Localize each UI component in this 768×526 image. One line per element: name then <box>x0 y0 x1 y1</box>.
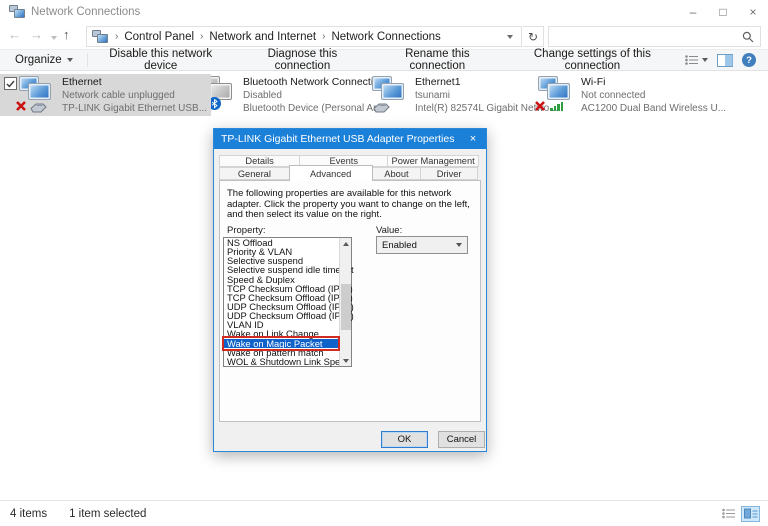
ethernet-connector-icon <box>30 102 47 113</box>
minimize-button[interactable]: – <box>678 1 708 23</box>
maximize-button[interactable]: □ <box>708 1 738 23</box>
dialog-title: TP-LINK Gigabit Ethernet USB Adapter Pro… <box>221 133 454 145</box>
dialog-tab[interactable]: Driver <box>420 167 478 180</box>
status-bar: 4 items 1 item selected <box>0 500 768 526</box>
organize-label: Organize <box>15 54 62 66</box>
connection-tile[interactable]: Ethernet Network cable unplugged TP-LINK… <box>0 74 211 116</box>
connection-device: TP-LINK Gigabit Ethernet USB... <box>62 102 207 115</box>
selected-count: 1 item selected <box>69 508 146 520</box>
window-titlebar: Network Connections – □ × <box>0 0 768 23</box>
error-x-icon <box>15 100 27 112</box>
recent-pages-chevron-icon[interactable] <box>51 36 57 40</box>
dialog-tab[interactable]: Advanced <box>289 165 373 181</box>
breadcrumb-item[interactable]: Control Panel <box>124 31 194 43</box>
adapter-properties-dialog: TP-LINK Gigabit Ethernet USB Adapter Pro… <box>213 128 487 452</box>
property-listbox: NS Offload Priority & VLAN Selective sus… <box>223 237 352 367</box>
ethernet-connector-icon <box>373 102 390 113</box>
organize-caret-icon <box>67 58 73 62</box>
error-x-icon <box>534 100 546 112</box>
network-adapter-icon <box>537 76 573 112</box>
search-input[interactable] <box>549 31 742 43</box>
value-dropdown[interactable]: Enabled <box>376 236 468 254</box>
dialog-titlebar[interactable]: TP-LINK Gigabit Ethernet USB Adapter Pro… <box>214 129 486 149</box>
scroll-down-button[interactable] <box>340 355 351 366</box>
command-toolbar: Organize Disable this network device Dia… <box>0 50 768 71</box>
close-button[interactable]: × <box>738 1 768 23</box>
selection-checkbox[interactable] <box>4 77 17 90</box>
help-icon[interactable]: ? <box>742 53 756 67</box>
address-bar[interactable]: › Control Panel › Network and Internet ›… <box>86 26 522 47</box>
breadcrumb-chevron-icon[interactable]: › <box>194 31 209 42</box>
toolbar-button[interactable]: Change settings of this connection <box>508 48 677 72</box>
view-options-caret-icon <box>702 58 708 62</box>
dialog-close-button[interactable]: × <box>460 129 486 149</box>
property-item[interactable]: WOL & Shutdown Link Speed <box>224 357 339 366</box>
connection-tile[interactable]: Wi-Fi Not connected AC1200 Dual Band Wir… <box>533 74 713 116</box>
cancel-button[interactable]: Cancel <box>438 431 485 448</box>
dialog-tab[interactable]: Power Management <box>387 155 479 167</box>
connection-status: Disabled <box>243 89 385 102</box>
breadcrumb: › Control Panel › Network and Internet ›… <box>109 31 503 43</box>
up-arrow-icon[interactable]: ↑ <box>63 27 70 42</box>
preview-pane-icon[interactable] <box>717 54 733 67</box>
items-count: 4 items <box>10 508 47 520</box>
navigation-bar: ← → ↑ › Control Panel › Network and Inte… <box>0 23 768 50</box>
dialog-tabs-front-row: General Advanced About Driver <box>219 167 481 180</box>
connection-name: Wi-Fi <box>581 76 726 89</box>
tiles-view-toggle[interactable] <box>741 506 760 522</box>
toolbar-button[interactable]: Disable this network device <box>92 48 230 72</box>
dialog-tab[interactable]: About <box>372 167 422 180</box>
connection-name: Ethernet <box>62 76 207 89</box>
listbox-scrollbar[interactable] <box>339 238 351 366</box>
window-title: Network Connections <box>31 6 140 18</box>
search-box[interactable] <box>548 26 761 47</box>
address-dropdown-chevron-icon[interactable] <box>507 35 513 39</box>
property-label: Property: <box>227 225 266 236</box>
details-view-icon <box>685 54 699 66</box>
network-adapter-icon <box>18 76 54 112</box>
connection-device: Bluetooth Device (Personal Ar... <box>243 102 385 115</box>
dropdown-chevron-icon <box>456 243 462 247</box>
scroll-down-arrow-icon <box>343 359 349 363</box>
tab-description: The following properties are available f… <box>227 189 473 221</box>
property-list: NS Offload Priority & VLAN Selective sus… <box>224 238 339 366</box>
refresh-button[interactable]: ↻ <box>523 26 544 47</box>
checkmark-icon <box>6 80 15 88</box>
value-selected: Enabled <box>382 240 417 251</box>
breadcrumb-chevron-icon[interactable]: › <box>109 31 124 42</box>
advanced-tab-page: The following properties are available f… <box>219 180 481 422</box>
connection-status: Network cable unplugged <box>62 89 207 102</box>
toolbar-button[interactable]: Rename this connection <box>375 48 500 72</box>
ok-button[interactable]: OK <box>381 431 428 448</box>
scroll-up-button[interactable] <box>340 238 351 249</box>
connection-tile[interactable]: Bluetooth Network Connection Disabled Bl… <box>195 74 367 116</box>
value-label: Value: <box>376 225 402 236</box>
scroll-up-arrow-icon <box>343 242 349 246</box>
details-view-toggle[interactable] <box>719 506 738 522</box>
back-arrow-icon[interactable]: ← <box>8 27 21 42</box>
search-icon[interactable] <box>742 31 754 43</box>
breadcrumb-chevron-icon[interactable]: › <box>316 31 331 42</box>
scrollbar-thumb[interactable] <box>341 284 351 330</box>
property-item[interactable]: Wake on Magic Packet <box>224 339 339 348</box>
breadcrumb-item[interactable]: Network and Internet <box>209 31 316 43</box>
network-connections-app-icon <box>9 5 25 18</box>
breadcrumb-item[interactable]: Network Connections <box>331 31 440 43</box>
connection-status: Not connected <box>581 89 726 102</box>
network-adapter-icon <box>371 76 407 112</box>
toolbar-buttons: Disable this network device Diagnose thi… <box>92 48 685 72</box>
forward-arrow-icon[interactable]: → <box>30 27 43 42</box>
wifi-signal-bars-icon <box>550 102 563 111</box>
toolbar-button[interactable]: Diagnose this connection <box>238 48 367 72</box>
view-options-button[interactable] <box>685 54 708 66</box>
toolbar-separator <box>87 53 88 67</box>
organize-button[interactable]: Organize <box>0 54 83 66</box>
connection-tile[interactable]: Ethernet1 tsunami Intel(R) 82574L Gigabi… <box>367 74 529 116</box>
connection-device: AC1200 Dual Band Wireless U... <box>581 102 726 115</box>
address-location-icon <box>92 30 107 43</box>
dialog-tab[interactable]: General <box>219 167 290 180</box>
connection-name: Bluetooth Network Connection <box>243 76 385 89</box>
